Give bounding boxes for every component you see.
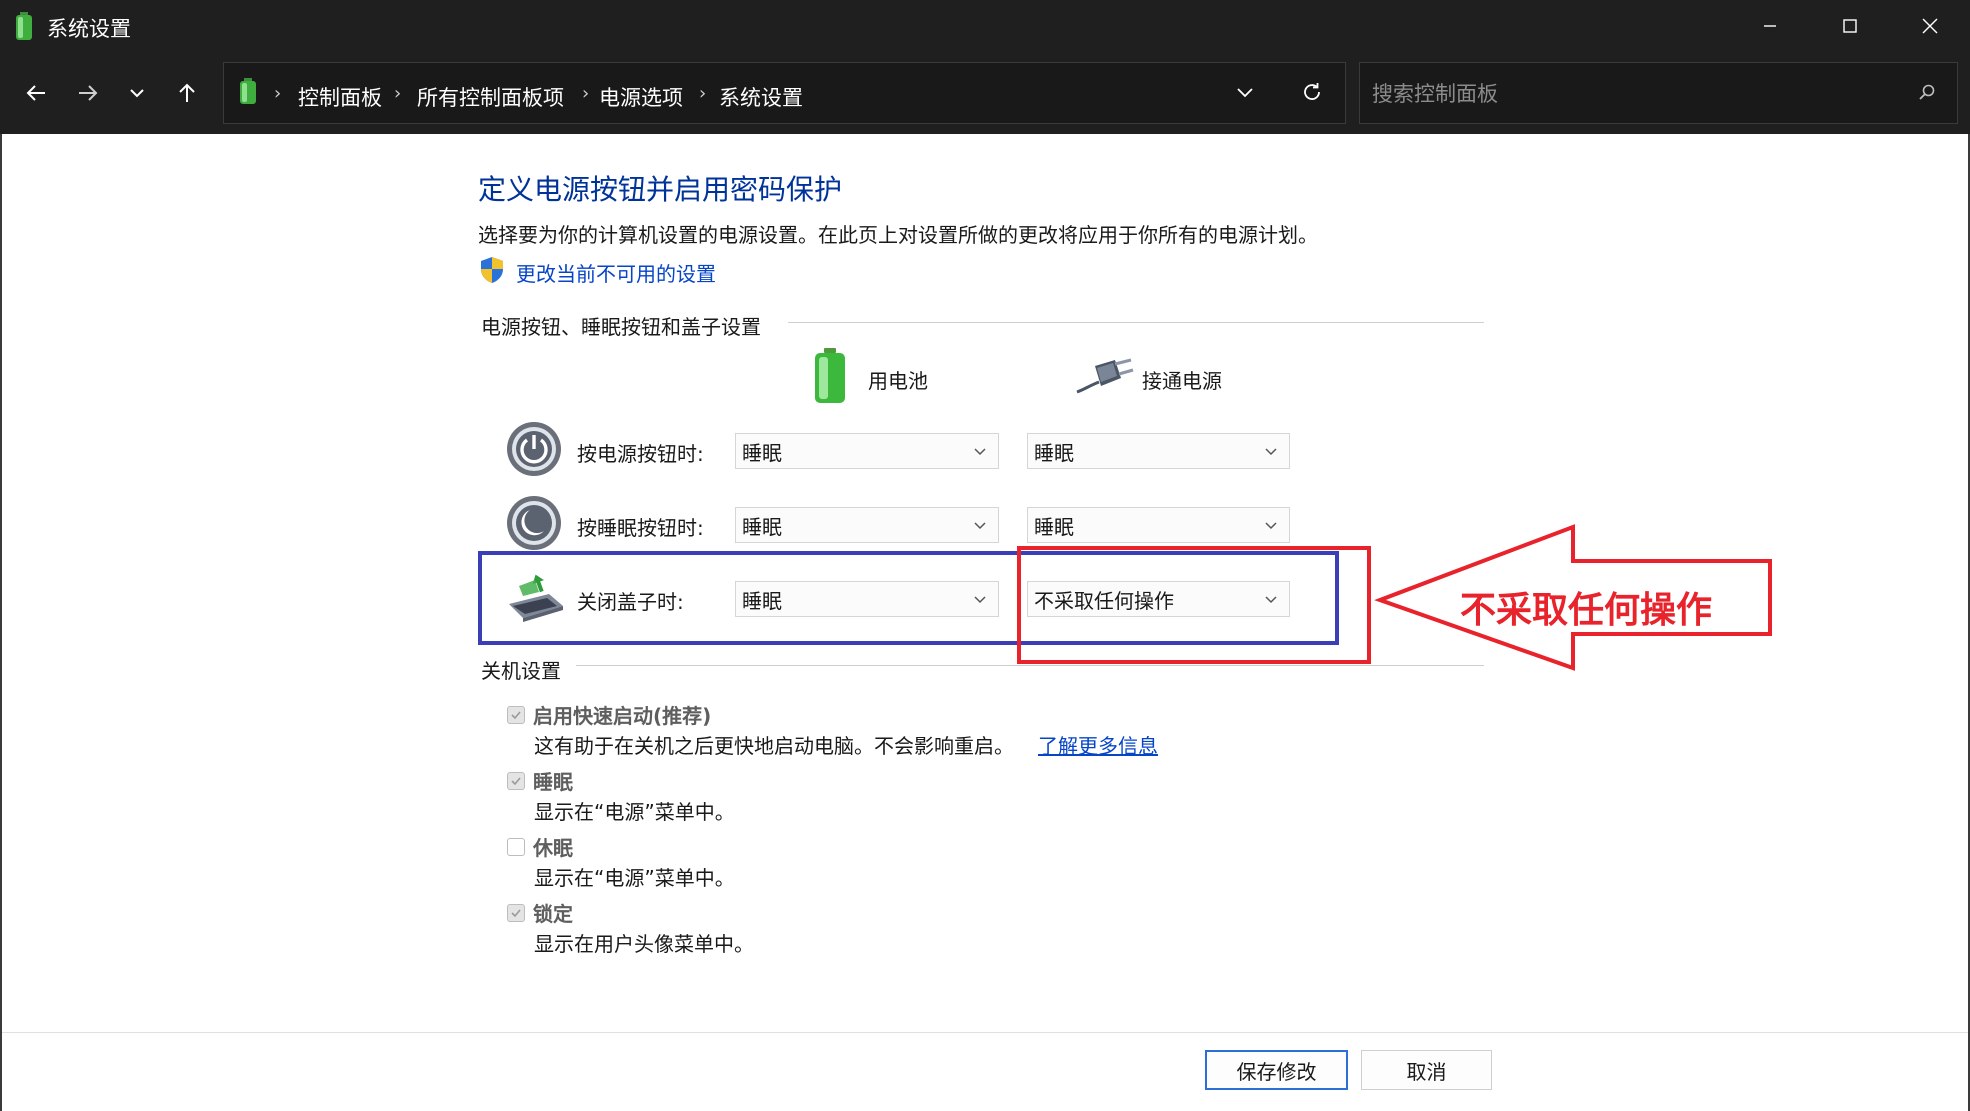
annotation-text: 不采取任何操作: [1460, 590, 1713, 631]
annotation-blue-box: [478, 551, 1339, 645]
annotation-overlay: [478, 524, 1772, 671]
